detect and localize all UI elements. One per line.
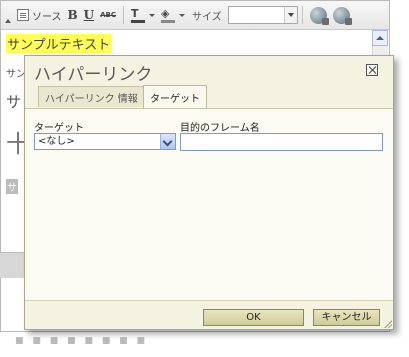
tab-hyperlink-info[interactable]: ハイパーリンク 情報 [38,86,145,107]
scroll-up-button[interactable] [372,30,388,46]
text-color-icon: T [131,7,147,23]
editor-text-fragment: サン [6,69,26,80]
frame-name-label: 目的のフレーム名 [180,123,260,134]
toolbar-separator [301,6,303,24]
hyperlink-dialog: ハイパーリンク ハイパーリンク 情報 ターゲット ターゲット 目的のフレーム名 … [24,55,394,330]
close-icon[interactable] [366,64,378,76]
editor-text-fragment: サ [6,93,22,111]
dialog-footer-divider [25,300,393,301]
resize-grip-icon[interactable] [383,319,392,328]
paint-bucket-icon: ◈ [161,7,177,23]
target-select[interactable]: <なし> [34,133,176,150]
target-label: ターゲット [34,123,84,134]
chevron-down-icon [160,134,175,149]
dialog-title: ハイパーリンク [34,65,153,85]
unlink-globe-icon[interactable] [332,6,352,25]
bottom-faded-strip: ■ ■ ■ ■ ■ ■ ■ ■ [15,336,149,344]
bold-button[interactable]: B [65,5,81,25]
source-label: ソース [32,11,62,23]
text-color-button[interactable]: T [128,5,158,25]
toolbar-separator [123,6,125,24]
text-color-dropdown-icon [149,13,156,17]
target-select-value: <なし> [38,136,75,147]
editor-toolbar: ソース B U ABC T ◈ サイズ [1,1,389,30]
strikethrough-button[interactable]: ABC [97,5,119,25]
highlighted-text: サンプルテキスト [6,34,112,53]
link-globe-icon[interactable] [309,6,329,25]
cancel-button[interactable]: キャンセル [313,309,380,326]
frame-name-input[interactable] [180,133,383,151]
editor-text-fragment: サ [6,179,18,194]
size-label: サイズ [192,11,222,23]
toolbar-collapse-button[interactable] [4,4,14,26]
source-button[interactable]: ソース [14,5,65,25]
source-icon [17,9,29,21]
chevron-down-icon [283,7,297,23]
background-color-dropdown-icon [179,13,186,17]
background-color-button[interactable]: ◈ [158,5,188,25]
underline-button[interactable]: U [81,5,97,25]
ok-button[interactable]: OK [203,309,304,326]
tab-target[interactable]: ターゲット [143,85,207,108]
font-size-select[interactable] [227,6,298,24]
